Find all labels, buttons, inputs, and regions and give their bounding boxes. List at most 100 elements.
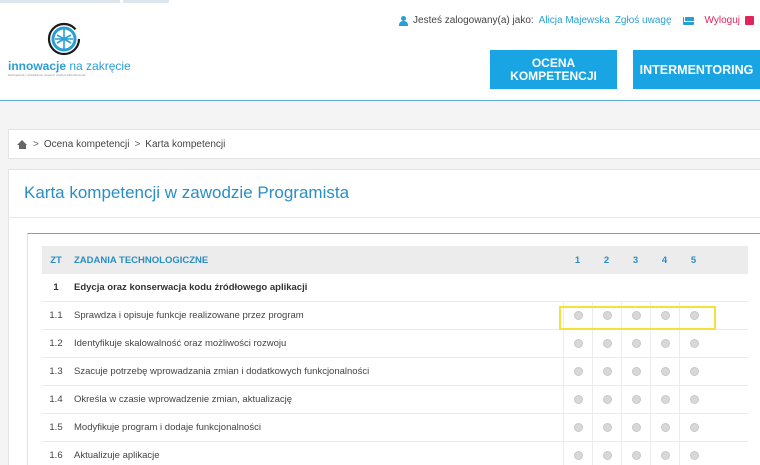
breadcrumb-item[interactable]: Ocena kompetencji <box>44 139 130 150</box>
logo-mark-icon <box>47 22 82 56</box>
table-row: 1.6 Aktualizuje aplikacje <box>42 442 748 465</box>
score-radio-3[interactable] <box>631 339 641 348</box>
score-cell <box>592 330 621 357</box>
row-number: 1.6 <box>49 450 63 461</box>
score-cell <box>563 358 592 385</box>
row-number: 1.1 <box>49 310 63 321</box>
score-radio-3[interactable] <box>631 395 641 404</box>
score-radio-1[interactable] <box>573 339 583 348</box>
score-cell <box>592 414 621 441</box>
score-radio-1[interactable] <box>573 423 583 432</box>
score-cell <box>650 358 679 385</box>
user-bar: Jesteś zalogowany(a) jako: Alicja Majews… <box>399 15 754 26</box>
score-cell <box>621 302 650 329</box>
score-radios <box>563 442 713 465</box>
score-radio-2[interactable] <box>602 395 612 404</box>
score-radio-4[interactable] <box>660 339 670 348</box>
competence-table: ZT ZADANIA TECHNOLOGICZNE 1 2 3 4 5 1 Ed… <box>42 246 748 465</box>
row-number: 1.2 <box>49 338 63 349</box>
score-radio-3[interactable] <box>631 311 641 320</box>
score-radio-1[interactable] <box>573 367 583 376</box>
nav-label-line2: KOMPETENCJI <box>510 68 597 83</box>
mail-icon[interactable] <box>682 16 694 25</box>
score-headers: 1 2 3 4 5 <box>563 246 713 274</box>
score-radio-3[interactable] <box>631 367 641 376</box>
breadcrumb-separator: > <box>134 138 141 150</box>
score-cell <box>679 442 708 465</box>
table-row: 1.5 Modyfikuje program i dodaje funkcjona… <box>42 414 748 442</box>
score-radio-2[interactable] <box>602 311 612 320</box>
row-number: 1.5 <box>49 422 63 433</box>
logo[interactable]: innowacje na zakręcie testowanie i wdraż… <box>8 21 138 77</box>
nav-intermentoring-button[interactable]: INTERMENTORING <box>633 50 760 89</box>
score-cell <box>679 302 708 329</box>
score-radio-4[interactable] <box>660 311 670 320</box>
score-radio-1[interactable] <box>573 311 583 320</box>
score-cell <box>621 330 650 357</box>
score-radio-3[interactable] <box>631 423 641 432</box>
score-header: 1 <box>574 254 581 266</box>
score-cell <box>592 302 621 329</box>
user-name-link[interactable]: Alicja Majewska <box>539 15 610 26</box>
score-radio-4[interactable] <box>660 395 670 404</box>
home-icon[interactable] <box>17 139 28 149</box>
score-cell <box>621 386 650 413</box>
table-row: 1.4 Określa w czasie wprowadzenie zmian, … <box>42 386 748 414</box>
score-cell <box>563 330 592 357</box>
page-title: Karta kompetencji w zawodzie Programista <box>24 183 350 202</box>
score-radio-5[interactable] <box>689 451 699 460</box>
score-cell <box>650 414 679 441</box>
score-radios <box>563 414 713 441</box>
user-icon <box>399 15 409 26</box>
nav-label-line1: OCENA <box>531 55 576 70</box>
score-radio-2[interactable] <box>602 367 612 376</box>
score-cell <box>563 414 592 441</box>
score-cell <box>621 358 650 385</box>
main-content: > Ocena kompetencji > Karta kompetencji … <box>0 102 760 465</box>
score-radio-5[interactable] <box>689 423 699 432</box>
score-cell <box>650 442 679 465</box>
score-radio-5[interactable] <box>689 339 699 348</box>
score-radio-5[interactable] <box>689 395 699 404</box>
row-number: 1.4 <box>49 394 63 405</box>
score-header: 4 <box>661 254 668 266</box>
score-radio-4[interactable] <box>660 367 670 376</box>
score-cell <box>621 414 650 441</box>
table-row: 1.2 Identyfikuje skalowalność oraz możliw… <box>42 330 748 358</box>
score-radio-1[interactable] <box>573 395 583 404</box>
score-radio-2[interactable] <box>602 451 612 460</box>
score-cell <box>563 302 592 329</box>
report-link[interactable]: Zgłoś uwagę <box>615 15 672 26</box>
score-radios <box>563 330 713 357</box>
table-row: 1.1 Sprawdza i opisuje funkcje realizowan… <box>42 302 748 330</box>
score-header: 3 <box>632 254 639 266</box>
breadcrumb-separator: > <box>33 138 39 150</box>
table-header-row: ZT ZADANIA TECHNOLOGICZNE 1 2 3 4 5 <box>42 246 748 274</box>
nav-ocena-kompetencji-button[interactable]: OCENA KOMPETENCJI <box>490 50 617 89</box>
user-prefix: Jesteś zalogowany(a) jako: <box>413 15 534 26</box>
score-cell <box>592 386 621 413</box>
logo-tagline: testowanie i wdrażanie nowych metod zatr… <box>8 73 86 77</box>
score-radios <box>563 386 713 413</box>
score-radio-2[interactable] <box>602 339 612 348</box>
logout-link[interactable]: Wyloguj <box>705 15 740 26</box>
score-cell <box>592 358 621 385</box>
score-cell <box>650 386 679 413</box>
logout-icon[interactable] <box>745 16 754 25</box>
logo-brand: innowacje na zakręcie <box>8 59 131 73</box>
score-cell <box>679 358 708 385</box>
competence-card: ZT ZADANIA TECHNOLOGICZNE 1 2 3 4 5 1 Ed… <box>27 233 760 465</box>
competence-panel: Karta kompetencji w zawodzie Programista… <box>8 169 760 465</box>
score-radio-1[interactable] <box>573 451 583 460</box>
score-cell <box>679 386 708 413</box>
score-radio-2[interactable] <box>602 423 612 432</box>
page: innowacje na zakręcie testowanie i wdraż… <box>0 0 760 465</box>
score-radio-5[interactable] <box>689 367 699 376</box>
score-radio-4[interactable] <box>660 451 670 460</box>
score-radio-3[interactable] <box>631 451 641 460</box>
row-number: 1.3 <box>49 366 63 377</box>
score-radio-5[interactable] <box>689 311 699 320</box>
score-cell <box>650 330 679 357</box>
score-cell <box>592 442 621 465</box>
score-radio-4[interactable] <box>660 423 670 432</box>
